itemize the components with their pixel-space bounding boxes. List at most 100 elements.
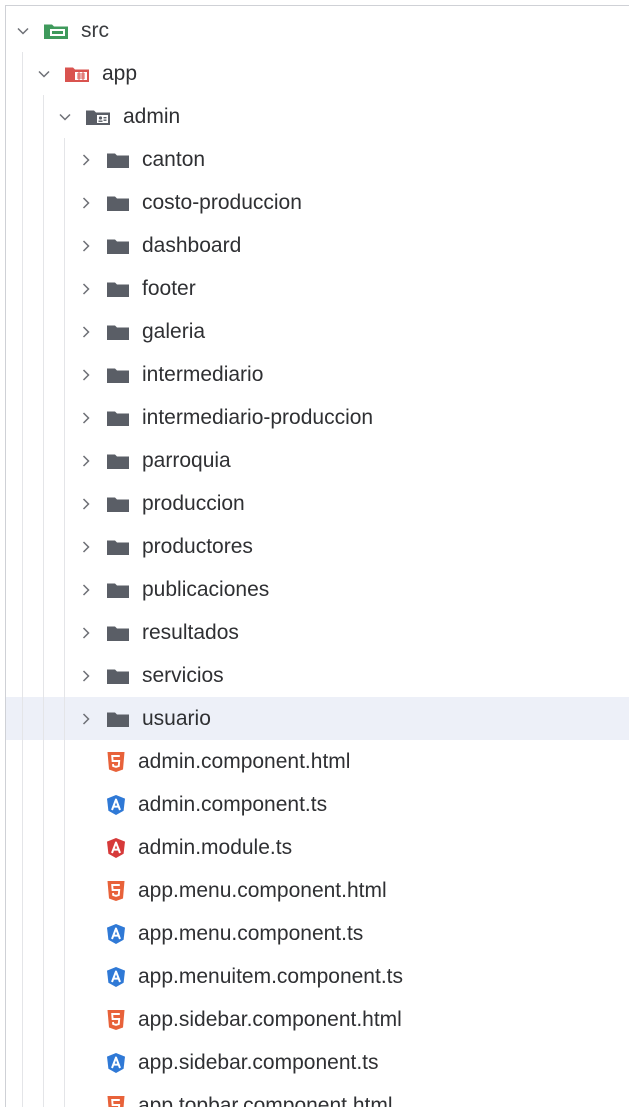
chevron-right-icon[interactable]	[75, 407, 97, 429]
tree-folder-servicios[interactable]: servicios	[6, 654, 629, 697]
tree-file[interactable]: app.topbar.component.html	[6, 1084, 629, 1107]
indent-guide	[22, 740, 23, 783]
html-file-icon	[106, 751, 126, 773]
indent-guide	[64, 1041, 65, 1084]
folder-icon	[106, 622, 130, 644]
tree-item-label: app	[102, 61, 138, 85]
chevron-right-icon[interactable]	[75, 278, 97, 300]
chevron-right-icon[interactable]	[75, 536, 97, 558]
source-root-folder-icon	[43, 20, 69, 42]
indent-guide	[43, 912, 44, 955]
tree-folder-productores[interactable]: productores	[6, 525, 629, 568]
indent-guide	[22, 998, 23, 1041]
tree-item-label: footer	[142, 276, 196, 300]
indent-guide	[43, 611, 44, 654]
tree-folder-dashboard[interactable]: dashboard	[6, 224, 629, 267]
tree-file[interactable]: app.sidebar.component.html	[6, 998, 629, 1041]
indent-guide	[43, 353, 44, 396]
indent-guide	[22, 439, 23, 482]
tree-item-label: parroquia	[142, 448, 231, 472]
tree-file[interactable]: app.menu.component.ts	[6, 912, 629, 955]
chevron-right-icon[interactable]	[75, 235, 97, 257]
folder-icon	[106, 579, 130, 601]
indent-guide	[43, 267, 44, 310]
tree-folder-galeria[interactable]: galeria	[6, 310, 629, 353]
tree-folder-resultados[interactable]: resultados	[6, 611, 629, 654]
chevron-right-icon[interactable]	[75, 665, 97, 687]
html-file-icon	[106, 1009, 126, 1031]
tree-item-label: app.menu.component.html	[138, 878, 387, 902]
tree-item-label: admin.component.ts	[138, 792, 328, 816]
indent-guide	[43, 697, 44, 740]
tree-folder-footer[interactable]: footer	[6, 267, 629, 310]
chevron-down-icon[interactable]	[12, 20, 34, 42]
tree-folder-intermediario-produccion[interactable]: intermediario-produccion	[6, 396, 629, 439]
indent-guide	[64, 1084, 65, 1107]
chevron-down-icon[interactable]	[33, 63, 55, 85]
indent-guide	[22, 353, 23, 396]
indent-guide	[22, 224, 23, 267]
chevron-right-icon[interactable]	[75, 622, 97, 644]
indent-guide	[64, 525, 65, 568]
chevron-right-icon[interactable]	[75, 708, 97, 730]
tree-item-label: app.menuitem.component.ts	[138, 964, 403, 988]
tree-item-label: admin	[123, 104, 181, 128]
tree-file[interactable]: admin.module.ts	[6, 826, 629, 869]
indent-guide	[43, 568, 44, 611]
chevron-right-icon[interactable]	[75, 493, 97, 515]
tree-item-label: canton	[142, 147, 206, 171]
indent-guide	[43, 396, 44, 439]
indent-guide	[43, 138, 44, 181]
tree-folder-publicaciones[interactable]: publicaciones	[6, 568, 629, 611]
chevron-right-icon[interactable]	[75, 579, 97, 601]
chevron-right-icon[interactable]	[75, 321, 97, 343]
tree-node-app[interactable]: app	[6, 52, 629, 95]
chevron-down-icon[interactable]	[54, 106, 76, 128]
indent-guide	[22, 783, 23, 826]
indent-guide	[22, 267, 23, 310]
indent-guide	[43, 740, 44, 783]
indent-guide	[64, 396, 65, 439]
indent-guide	[22, 138, 23, 181]
folder-icon	[106, 321, 130, 343]
tree-item-label: produccion	[142, 491, 245, 515]
tree-folder-parroquia[interactable]: parroquia	[6, 439, 629, 482]
admin-module-folder-icon	[85, 106, 111, 128]
tree-file[interactable]: admin.component.ts	[6, 783, 629, 826]
tree-folder-intermediario[interactable]: intermediario	[6, 353, 629, 396]
tree-file[interactable]: app.menu.component.html	[6, 869, 629, 912]
angular-component-icon	[106, 794, 126, 816]
indent-guide	[22, 697, 23, 740]
tree-file[interactable]: app.sidebar.component.ts	[6, 1041, 629, 1084]
indent-guide	[64, 568, 65, 611]
tree-item-label: app.menu.component.ts	[138, 921, 364, 945]
indent-guide	[22, 525, 23, 568]
indent-guide	[22, 611, 23, 654]
indent-guide	[43, 998, 44, 1041]
chevron-right-icon[interactable]	[75, 450, 97, 472]
tree-folder-canton[interactable]: canton	[6, 138, 629, 181]
tree-node-src[interactable]: src	[6, 9, 629, 52]
indent-guide	[22, 1084, 23, 1107]
chevron-right-icon[interactable]	[75, 149, 97, 171]
tree-folder-costo-produccion[interactable]: costo-produccion	[6, 181, 629, 224]
chevron-right-icon[interactable]	[75, 364, 97, 386]
tree-item-label: src	[81, 18, 109, 42]
tree-node-admin[interactable]: admin	[6, 95, 629, 138]
tree-folder-produccion[interactable]: produccion	[6, 482, 629, 525]
folder-icon	[106, 493, 130, 515]
indent-guide	[22, 482, 23, 525]
indent-guide	[43, 1084, 44, 1107]
tree-file[interactable]: admin.component.html	[6, 740, 629, 783]
tree-folder-usuario[interactable]: usuario	[6, 697, 629, 740]
tree-file[interactable]: app.menuitem.component.ts	[6, 955, 629, 998]
chevron-right-icon[interactable]	[75, 192, 97, 214]
indent-guide	[22, 181, 23, 224]
folder-icon	[106, 708, 130, 730]
